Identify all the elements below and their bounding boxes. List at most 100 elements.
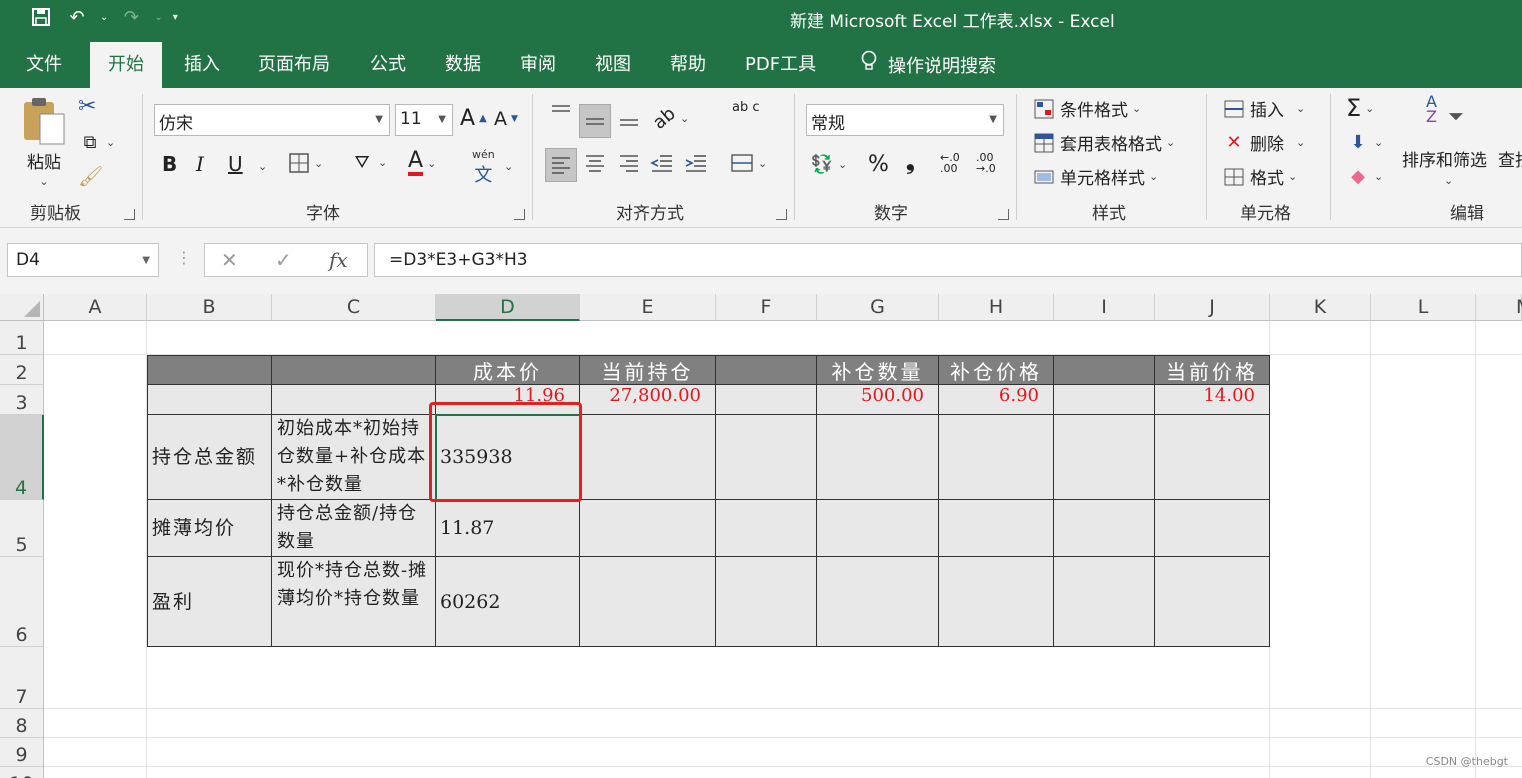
row-header-10[interactable]: 10 [0, 767, 44, 778]
format-painter-icon[interactable]: 🖌 [78, 164, 103, 188]
cell-j4[interactable] [1155, 415, 1270, 500]
cell-h6[interactable] [939, 557, 1054, 647]
percent-button[interactable]: % [868, 152, 889, 177]
merge-center-button[interactable]: ⌄ [730, 152, 767, 174]
customize-qat-icon[interactable]: ▾ [173, 12, 178, 23]
row-header-1[interactable]: 1 [0, 321, 44, 355]
cell-e5[interactable] [580, 500, 716, 557]
underline-button[interactable]: U [228, 152, 243, 176]
bold-button[interactable]: B [162, 152, 177, 176]
column-header-h[interactable]: H [939, 294, 1054, 321]
cell-g3[interactable]: 500.00 [817, 385, 939, 415]
font-launcher-icon[interactable] [514, 209, 525, 220]
column-header-g[interactable]: G [817, 294, 939, 321]
tab-home[interactable]: 开始 [90, 42, 162, 88]
underline-dropdown-icon[interactable]: ⌄ [258, 160, 267, 173]
column-header-m[interactable]: M [1476, 294, 1522, 321]
cell-c6[interactable]: 现价*持仓总数-摊薄均价*持仓数量 [272, 557, 436, 647]
cell-f3[interactable] [716, 385, 817, 415]
cell-d5[interactable]: 11.87 [436, 500, 580, 557]
clipboard-launcher-icon[interactable] [124, 209, 135, 220]
cell-j5[interactable] [1155, 500, 1270, 557]
insert-function-icon[interactable]: fx [329, 248, 348, 272]
column-header-i[interactable]: I [1054, 294, 1155, 321]
cell-c3[interactable] [272, 385, 436, 415]
column-header-l[interactable]: L [1371, 294, 1476, 321]
increase-decimal-button[interactable]: ←.0 .00 [940, 152, 960, 174]
font-color-button[interactable]: A ⌄ [408, 150, 436, 176]
row-header-9[interactable]: 9 [0, 738, 44, 767]
fill-color-button[interactable]: ⛛ ⌄ [350, 150, 387, 174]
cell-b4[interactable]: 持仓总金额 [147, 415, 272, 500]
cell-e3[interactable]: 27,800.00 [580, 385, 716, 415]
cell-h5[interactable] [939, 500, 1054, 557]
increase-indent-icon[interactable] [684, 152, 708, 174]
sort-filter-button[interactable]: 排序和筛选 [1402, 146, 1487, 171]
increase-font-button[interactable]: A ▲ [460, 106, 487, 131]
cell-f6[interactable] [716, 557, 817, 647]
cell-b5[interactable]: 摊薄均价 [147, 500, 272, 557]
cell-f5[interactable] [716, 500, 817, 557]
cell-i5[interactable] [1054, 500, 1155, 557]
cell-b3[interactable] [147, 385, 272, 415]
cell-c5[interactable]: 持仓总金额/持仓数量 [272, 500, 436, 557]
tab-formulas[interactable]: 公式 [370, 50, 406, 76]
cell-h2[interactable]: 补仓价格 [939, 355, 1054, 385]
cell-h4[interactable] [939, 415, 1054, 500]
column-header-a[interactable]: A [44, 294, 147, 321]
save-icon[interactable] [28, 4, 54, 30]
align-center-icon[interactable] [584, 152, 606, 174]
cell-g4[interactable] [817, 415, 939, 500]
tab-review[interactable]: 审阅 [520, 50, 556, 76]
paste-button[interactable]: 粘贴 ⌄ [22, 96, 66, 188]
decrease-font-button[interactable]: A ▼ [494, 108, 518, 130]
tab-data[interactable]: 数据 [445, 50, 481, 76]
cell-i3[interactable] [1054, 385, 1155, 415]
row-header-2[interactable]: 2 [0, 355, 44, 385]
find-select-button[interactable]: 查找 [1498, 146, 1522, 171]
worksheet-grid[interactable]: A B C D E F G H I J K L M 1 2 3 4 5 6 7 … [0, 294, 1522, 778]
cell-g5[interactable] [817, 500, 939, 557]
tab-pdf-tools[interactable]: PDF工具 [745, 50, 816, 76]
redo-dropdown-icon[interactable]: ⌄ [154, 12, 162, 23]
formula-input[interactable]: =D3*E3+G3*H3 [374, 243, 1522, 277]
redo-icon[interactable]: ↷ [118, 4, 144, 30]
row-header-8[interactable]: 8 [0, 709, 44, 738]
tab-insert[interactable]: 插入 [184, 50, 220, 76]
undo-dropdown-icon[interactable]: ⌄ [100, 12, 108, 23]
row-header-3[interactable]: 3 [0, 385, 44, 415]
align-right-icon[interactable] [618, 152, 640, 174]
comma-style-button[interactable]: ❟ [906, 150, 915, 175]
select-all-button[interactable] [0, 294, 44, 321]
column-header-k[interactable]: K [1270, 294, 1371, 321]
fill-button[interactable]: ⬇ ⌄ [1346, 130, 1383, 154]
format-cells-button[interactable]: 格式 ⌄ [1222, 164, 1297, 189]
column-header-j[interactable]: J [1155, 294, 1270, 321]
row-header-5[interactable]: 5 [0, 500, 44, 557]
align-bottom-icon[interactable] [618, 106, 640, 128]
number-launcher-icon[interactable] [998, 209, 1009, 220]
phonetic-dropdown-icon[interactable]: ⌄ [504, 160, 513, 173]
align-top-icon[interactable] [550, 102, 572, 124]
undo-icon[interactable]: ↶ [64, 4, 90, 30]
cut-icon[interactable]: ✂ [78, 94, 96, 119]
cell-g6[interactable] [817, 557, 939, 647]
align-left-icon[interactable] [545, 148, 577, 182]
tab-tell-me[interactable]: 操作说明搜索 [860, 50, 996, 78]
cell-j6[interactable] [1155, 557, 1270, 647]
cell-i6[interactable] [1054, 557, 1155, 647]
tab-file[interactable]: 文件 [26, 50, 62, 76]
cell-b6[interactable]: 盈利 [147, 557, 272, 647]
align-middle-icon[interactable] [579, 104, 611, 138]
enter-icon[interactable]: ✓ [275, 248, 292, 272]
decrease-indent-icon[interactable] [650, 152, 674, 174]
decrease-decimal-button[interactable]: .00 →.0 [976, 152, 996, 174]
tab-page-layout[interactable]: 页面布局 [258, 50, 330, 76]
cell-j3[interactable]: 14.00 [1155, 385, 1270, 415]
cell-styles-button[interactable]: 单元格样式 ⌄ [1032, 164, 1158, 189]
cell-e6[interactable] [580, 557, 716, 647]
cell-e4[interactable] [580, 415, 716, 500]
cell-f2[interactable] [716, 355, 817, 385]
cell-c2[interactable] [272, 355, 436, 385]
cell-i2[interactable] [1054, 355, 1155, 385]
